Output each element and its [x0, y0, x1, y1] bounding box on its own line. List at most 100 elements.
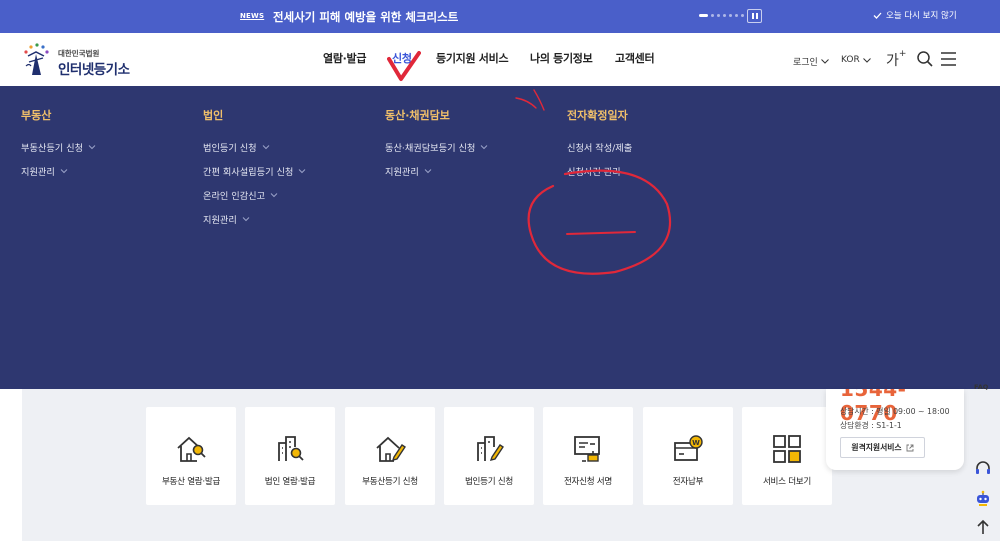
- chevron-down-icon: [820, 59, 829, 64]
- logo-title: 인터넷등기소: [58, 62, 130, 78]
- grid-icon: [773, 435, 801, 463]
- service-label: 법인 열람·발급: [264, 477, 316, 487]
- menu-item-movable-support[interactable]: 지원관리: [385, 164, 432, 178]
- chevron-down-icon: [299, 169, 306, 174]
- chevron-down-icon: [862, 57, 871, 63]
- external-link-icon: [906, 444, 914, 451]
- house-pen-icon: [376, 436, 406, 462]
- red-stroke-annotation-icon: [515, 89, 545, 111]
- menu-item-label: 지원관리: [21, 167, 55, 178]
- remote-support-label: 원격지원서비스: [851, 443, 902, 452]
- login-label: 로그인: [793, 58, 818, 68]
- menu-item-label: 동산·채권담보등기 신청: [385, 143, 476, 154]
- menu-item-easy-incorporation[interactable]: 간편 회사설립등기 신청: [203, 164, 306, 178]
- service-e-payment[interactable]: W 전자납부: [643, 407, 733, 505]
- service-more[interactable]: 서비스 더보기: [742, 407, 832, 505]
- nav-customer-center[interactable]: 고객센터: [615, 50, 655, 66]
- service-corp-apply[interactable]: 법인등기 신청: [444, 407, 534, 505]
- service-label: 법인등기 신청: [464, 477, 514, 487]
- help-env: 상담환경 : S1-1-1: [840, 421, 902, 430]
- service-label: 서비스 더보기: [762, 477, 812, 487]
- chevron-down-icon: [481, 145, 488, 150]
- mega-menu: 부동산 부동산등기 신청 지원관리 법인 법인등기 신청 간편 회사설립등기 신…: [0, 86, 1000, 389]
- service-corp-view[interactable]: 법인 열람·발급: [245, 407, 335, 505]
- menu-col-real-estate-title: 부동산: [21, 109, 52, 122]
- service-e-sign[interactable]: 전자신청 서명: [543, 407, 633, 505]
- check-icon: [873, 12, 882, 19]
- language-label: KOR: [841, 55, 860, 65]
- menu-item-label: 신청서 작성/제출: [567, 143, 633, 154]
- slide-dot[interactable]: [741, 14, 744, 17]
- service-label: 부동산 열람·발급: [161, 477, 221, 487]
- slide-dot[interactable]: [735, 14, 738, 17]
- side-faq-link[interactable]: FAQ: [974, 383, 988, 391]
- chevron-down-icon: [242, 217, 250, 222]
- news-tag: NEWS: [240, 12, 265, 20]
- chevron-down-icon: [60, 169, 68, 174]
- hide-today-button[interactable]: 오늘 다시 보지 않기: [873, 9, 957, 21]
- nav-support-service[interactable]: 등기지원 서비스: [436, 50, 509, 66]
- service-real-estate-view[interactable]: 부동산 열람·발급: [146, 407, 236, 505]
- slide-dot[interactable]: [711, 14, 714, 17]
- slide-dot[interactable]: [729, 14, 732, 17]
- menu-item-real-estate-apply[interactable]: 부동산등기 신청: [21, 140, 96, 154]
- font-size-label: 가: [886, 53, 899, 69]
- login-button[interactable]: 로그인: [793, 55, 829, 68]
- chevron-down-icon: [424, 169, 432, 174]
- menu-item-corp-support[interactable]: 지원관리: [203, 212, 250, 226]
- chevron-down-icon: [270, 193, 278, 198]
- news-bar: NEWS 전세사기 피해 예방을 위한 체크리스트 오늘 다시 보지 않기: [0, 0, 1000, 33]
- menu-item-write-submit[interactable]: 신청서 작성/제출: [567, 140, 632, 154]
- svg-text:W: W: [692, 439, 700, 447]
- font-size-button[interactable]: 가+: [886, 49, 907, 70]
- menu-item-label: 지원관리: [385, 167, 419, 178]
- building-search-icon: [278, 436, 304, 461]
- service-real-estate-apply[interactable]: 부동산등기 신청: [345, 407, 435, 505]
- red-check-annotation-icon: [387, 51, 421, 81]
- help-hours: 상담시간 : 평일 09:00 ~ 18:00: [840, 407, 950, 416]
- news-slide-indicator[interactable]: [699, 14, 744, 17]
- search-icon[interactable]: [916, 50, 934, 68]
- help-center-card: 1544-0770 상담시간 : 평일 09:00 ~ 18:00 상담환경 :…: [826, 389, 964, 470]
- menu-icon[interactable]: [940, 50, 958, 68]
- slide-dot-active[interactable]: [699, 14, 708, 17]
- court-emblem-icon: [24, 43, 49, 75]
- nav-view-issue[interactable]: 열람·발급: [323, 50, 366, 66]
- red-circle-annotation-icon: [527, 169, 672, 275]
- menu-item-label: 부동산등기 신청: [21, 143, 84, 154]
- chatbot-icon[interactable]: [974, 489, 992, 507]
- slide-dot[interactable]: [717, 14, 720, 17]
- building-pen-icon: [477, 436, 504, 461]
- menu-item-label: 지원관리: [203, 215, 237, 226]
- site-header: 대한민국법원 인터넷등기소 열람·발급 신청 등기지원 서비스 나의 등기정보 …: [0, 33, 1000, 86]
- news-headline-link[interactable]: 전세사기 피해 예방을 위한 체크리스트: [273, 9, 458, 25]
- chevron-down-icon: [262, 145, 269, 150]
- menu-item-movable-apply[interactable]: 동산·채권담보등기 신청: [385, 140, 488, 154]
- menu-item-label: 온라인 인감신고: [203, 191, 266, 202]
- house-search-icon: [177, 436, 206, 462]
- headset-icon[interactable]: [974, 459, 992, 477]
- nav-my-registry[interactable]: 나의 등기정보: [530, 50, 593, 66]
- news-pause-button[interactable]: [747, 9, 762, 23]
- menu-item-label: 법인등기 신청: [203, 143, 257, 154]
- service-label: 부동산등기 신청: [362, 477, 418, 487]
- slide-dot[interactable]: [723, 14, 726, 17]
- hide-today-label: 오늘 다시 보지 않기: [886, 11, 957, 21]
- language-select[interactable]: KOR: [841, 55, 871, 65]
- menu-item-corp-apply[interactable]: 법인등기 신청: [203, 140, 270, 154]
- signature-icon: [574, 436, 600, 462]
- service-label: 전자신청 서명: [563, 477, 613, 487]
- menu-col-e-date-title: 전자확정일자: [567, 109, 628, 122]
- site-logo[interactable]: 대한민국법원 인터넷등기소: [20, 42, 140, 78]
- service-label: 전자납부: [672, 477, 704, 487]
- chevron-down-icon: [88, 145, 96, 150]
- menu-item-online-seal[interactable]: 온라인 인감신고: [203, 188, 278, 202]
- menu-item-real-estate-support[interactable]: 지원관리: [21, 164, 68, 178]
- menu-col-movable-title: 동산·채권담보: [385, 109, 450, 122]
- menu-item-label: 간편 회사설립등기 신청: [203, 167, 294, 178]
- payment-icon: W: [674, 435, 703, 461]
- plus-icon: +: [898, 49, 907, 60]
- scroll-top-icon[interactable]: [974, 518, 992, 536]
- menu-col-corporation-title: 법인: [203, 109, 224, 122]
- remote-support-button[interactable]: 원격지원서비스: [840, 437, 925, 458]
